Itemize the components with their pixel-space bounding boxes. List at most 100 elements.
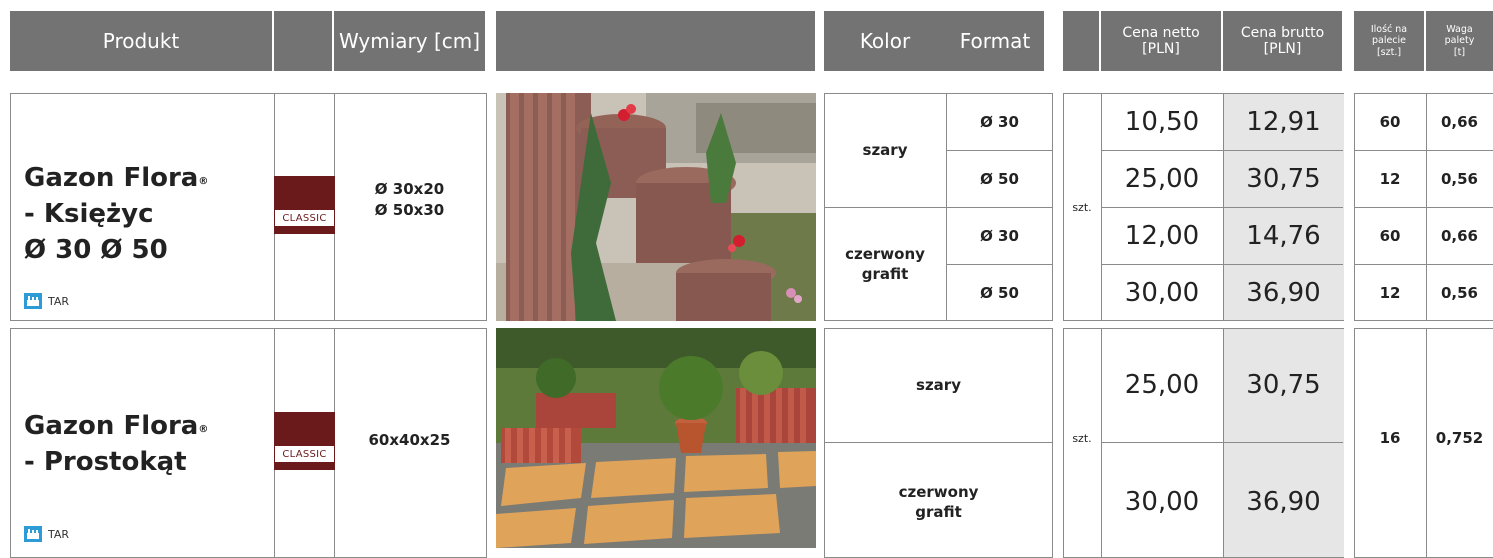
pallet-weight: 0,56: [1440, 283, 1478, 302]
product-2-color-2: czerwony grafit: [824, 472, 1053, 532]
product-1-name-line3: Ø 30 Ø 50: [24, 235, 168, 265]
format-label: Ø 30: [980, 112, 1019, 131]
header-ilosc-line3: [szt.]: [1376, 46, 1402, 58]
pallet-qty: 60: [1379, 226, 1401, 245]
header-cena-brutto-line1: Cena brutto: [1240, 24, 1325, 41]
registered-mark: ®: [198, 424, 209, 435]
product-2-name-line1: Gazon Flora®: [24, 408, 208, 444]
product-2-name-line2: - Prostokąt: [24, 447, 187, 477]
product-1-netto-1: 10,50: [1101, 93, 1223, 150]
format-label: Ø 30: [980, 226, 1019, 245]
unit-label: szt.: [1072, 200, 1092, 214]
product-1-format-4: Ø 50: [946, 264, 1053, 321]
plant-label: TAR: [48, 527, 70, 541]
format-label: Ø 50: [980, 283, 1019, 302]
price-brutto: 36,90: [1246, 277, 1321, 308]
product-2-name-text: Gazon Flora: [24, 411, 199, 441]
header-photo-col: [496, 11, 815, 71]
plant-label: TAR: [48, 294, 70, 308]
product-2-color-2-label-2: grafit: [915, 503, 962, 521]
header-produkt-label: Produkt: [102, 29, 180, 53]
header-cena-netto-line2: [PLN]: [1142, 41, 1180, 57]
product-2-color-1: szary: [824, 328, 1053, 442]
product-2-netto-1: 25,00: [1101, 328, 1223, 442]
header-cena-brutto-line2: [PLN]: [1263, 41, 1302, 57]
header-ilosc: Ilość na palecie [szt.]: [1354, 11, 1424, 71]
product-2-ilosc: 16: [1354, 328, 1426, 548]
header-cena-brutto: Cena brutto [PLN]: [1223, 11, 1342, 71]
header-waga: Waga palety [t]: [1426, 11, 1493, 71]
pallet-qty: 12: [1379, 283, 1401, 302]
header-unit-col: [1063, 11, 1099, 71]
price-netto: 25,00: [1124, 370, 1200, 400]
header-kolor-label: Kolor: [859, 29, 911, 53]
factory-icon: [24, 526, 42, 542]
product-1-name-text: Gazon Flora: [24, 163, 199, 193]
product-2-dims-1: 60x40x25: [368, 431, 451, 449]
price-netto: 30,00: [1124, 487, 1200, 517]
product-2-waga: 0,752: [1426, 328, 1493, 548]
product-1-dims: Ø 30x20 Ø 50x30: [334, 170, 485, 230]
price-brutto: 14,76: [1246, 220, 1321, 251]
header-ilosc-line2: palecie: [1371, 35, 1407, 47]
price-brutto: 30,75: [1246, 163, 1321, 194]
header-wymiary-label: Wymiary [cm]: [338, 29, 481, 53]
product-2-color-2-label-1: czerwony: [898, 483, 979, 501]
product-1-color-1: szary: [824, 93, 946, 207]
header-waga-line3: [t]: [1453, 46, 1466, 58]
product-2-brutto-2: 36,90: [1223, 470, 1344, 534]
product-1-netto-2: 25,00: [1101, 150, 1223, 207]
header-waga-line1: Waga: [1446, 23, 1473, 35]
product-1-waga-1: 0,66: [1426, 93, 1493, 150]
price-netto: 10,50: [1124, 106, 1200, 137]
plant-tar: TAR: [24, 526, 69, 542]
factory-icon: [24, 293, 42, 309]
product-1-waga-4: 0,56: [1426, 264, 1493, 321]
product-1-unit: szt.: [1063, 93, 1101, 321]
product-1-name-line1: Gazon Flora®: [24, 160, 208, 196]
product-2-color-1-label: szary: [916, 376, 961, 394]
plant-tar: TAR: [24, 293, 69, 309]
header-wymiary: Wymiary [cm]: [334, 11, 485, 71]
product-1-netto-4: 30,00: [1101, 264, 1223, 321]
product-1-waga-2: 0,56: [1426, 150, 1493, 207]
product-1-format-1: Ø 30: [946, 93, 1053, 150]
header-cena-netto: Cena netto [PLN]: [1101, 11, 1221, 71]
classic-badge: CLASSIC: [274, 412, 335, 470]
product-1-name-line2: - Księżyc: [24, 199, 154, 229]
product-1-brutto-3: 14,76: [1223, 207, 1344, 264]
header-format: Format: [946, 11, 1044, 71]
product-1-format-2: Ø 50: [946, 150, 1053, 207]
planter-garden-photo: [496, 93, 816, 321]
product-1-brutto-1: 12,91: [1223, 93, 1344, 150]
classic-badge-label: CLASSIC: [274, 445, 335, 463]
product-2-photo: [496, 328, 816, 548]
pallet-weight: 0,66: [1440, 112, 1478, 131]
header-cena-netto-line1: Cena netto: [1122, 24, 1200, 41]
header-kolor: Kolor: [824, 11, 946, 71]
format-label: Ø 50: [980, 169, 1019, 188]
price-netto: 25,00: [1124, 163, 1200, 194]
price-brutto: 12,91: [1246, 106, 1321, 137]
header-ilosc-line1: Ilość na: [1370, 23, 1408, 35]
product-1-color-2-label-1: czerwony: [845, 245, 925, 263]
price-brutto: 30,75: [1246, 370, 1321, 400]
header-format-label: Format: [959, 29, 1031, 53]
product-1-brutto-2: 30,75: [1223, 150, 1344, 207]
product-2-unit: szt.: [1063, 328, 1101, 548]
product-1-ilosc-1: 60: [1354, 93, 1426, 150]
pallet-qty: 16: [1379, 429, 1401, 447]
pallet-weight: 0,56: [1440, 169, 1478, 188]
product-1-ilosc-2: 12: [1354, 150, 1426, 207]
product-2-dims: 60x40x25: [334, 420, 485, 460]
product-1-ilosc-3: 60: [1354, 207, 1426, 264]
product-1-ilosc-4: 12: [1354, 264, 1426, 321]
product-1-dims-2: Ø 50x30: [374, 201, 445, 219]
pallet-weight: 0,66: [1440, 226, 1478, 245]
patio-planter-photo: [496, 328, 816, 548]
pallet-weight: 0,752: [1435, 429, 1484, 447]
price-brutto: 36,90: [1246, 487, 1321, 517]
unit-label: szt.: [1072, 431, 1092, 445]
classic-badge-label: CLASSIC: [274, 209, 335, 227]
product-1-color-2: czerwony grafit: [824, 207, 946, 321]
